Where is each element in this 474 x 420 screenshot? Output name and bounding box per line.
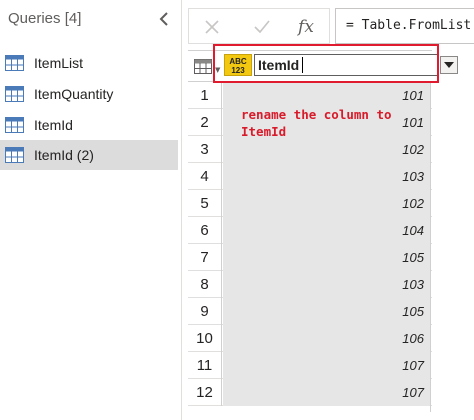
row-number[interactable]: 7 [188, 244, 222, 271]
cancel-button[interactable] [199, 15, 225, 39]
column-filter-dropdown[interactable] [440, 56, 458, 74]
table-cell[interactable]: 101 [223, 109, 430, 136]
table-row: 10 106 [188, 325, 432, 352]
chevron-left-icon[interactable] [157, 10, 171, 28]
close-icon [205, 20, 219, 34]
table-row: 5 102 [188, 190, 432, 217]
commit-button[interactable] [249, 15, 275, 39]
query-item-label: ItemId (2) [34, 147, 94, 163]
row-number[interactable]: 6 [188, 217, 222, 244]
query-item-label: ItemQuantity [34, 86, 114, 102]
column-rename-input[interactable]: ItemId [254, 54, 438, 76]
table-cell[interactable]: 107 [223, 379, 430, 406]
table-cell[interactable]: 102 [223, 136, 430, 163]
table-icon [5, 117, 24, 133]
row-number[interactable]: 8 [188, 271, 222, 298]
type-badge-bottom: 123 [231, 66, 245, 75]
table-icon [5, 86, 24, 102]
table-row: 1 101 [188, 82, 432, 109]
row-number[interactable]: 3 [188, 136, 222, 163]
query-item-label: ItemList [34, 55, 84, 71]
grid-border [430, 82, 431, 412]
row-number[interactable]: 1 [188, 82, 222, 109]
table-cell[interactable]: 104 [223, 217, 430, 244]
queries-header: Queries [4] [8, 10, 82, 27]
table-row: 2 101 [188, 109, 432, 136]
type-badge-top: ABC [229, 57, 247, 66]
table-cell[interactable]: 101 [223, 82, 430, 109]
table-cell[interactable]: 105 [223, 244, 430, 271]
table-cell[interactable]: 106 [223, 325, 430, 352]
table-row: 3 102 [188, 136, 432, 163]
chevron-down-icon [444, 62, 454, 68]
table-cell[interactable]: 105 [223, 298, 430, 325]
query-item-itemlist[interactable]: ItemList [0, 48, 178, 78]
query-item-label: ItemId [34, 117, 73, 133]
column-header-row: ▼ ABC 123 ItemId [188, 50, 458, 82]
data-type-icon[interactable]: ABC 123 [224, 54, 252, 76]
table-row: 12 107 [188, 379, 432, 406]
table-icon [5, 55, 24, 71]
table-cell[interactable]: 107 [223, 352, 430, 379]
table-cell[interactable]: 103 [223, 163, 430, 190]
formula-toolbar: fx [188, 8, 330, 44]
row-number[interactable]: 5 [188, 190, 222, 217]
query-item-itemquantity[interactable]: ItemQuantity [0, 79, 178, 109]
table-icon[interactable] [194, 59, 212, 74]
pane-divider [181, 0, 182, 420]
row-number[interactable]: 10 [188, 325, 222, 352]
row-number[interactable]: 11 [188, 352, 222, 379]
table-row: 9 105 [188, 298, 432, 325]
text-cursor [302, 57, 303, 73]
table-row: 11 107 [188, 352, 432, 379]
row-number[interactable]: 4 [188, 163, 222, 190]
table-row: 6 104 [188, 217, 432, 244]
data-grid: ▼ ABC 123 ItemId 1 101 2 101 3 102 4 103 [188, 50, 458, 412]
row-number[interactable]: 12 [188, 379, 222, 406]
fx-button[interactable]: fx [293, 15, 319, 39]
row-number[interactable]: 2 [188, 109, 222, 136]
table-icon [5, 147, 24, 163]
caret-down-icon[interactable]: ▼ [215, 66, 220, 74]
checkmark-icon [254, 20, 270, 34]
table-row: 4 103 [188, 163, 432, 190]
formula-input[interactable]: = Table.FromList [335, 8, 474, 44]
query-item-itemid-2[interactable]: ItemId (2) [0, 140, 178, 170]
table-cell[interactable]: 103 [223, 271, 430, 298]
table-cell[interactable]: 102 [223, 190, 430, 217]
table-row: 7 105 [188, 244, 432, 271]
query-item-itemid[interactable]: ItemId [0, 110, 178, 140]
queries-pane: Queries [4] ItemList ItemQuantity ItemId… [0, 0, 181, 420]
table-row: 8 103 [188, 271, 432, 298]
row-number[interactable]: 9 [188, 298, 222, 325]
column-header: ABC 123 ItemId [222, 51, 458, 81]
